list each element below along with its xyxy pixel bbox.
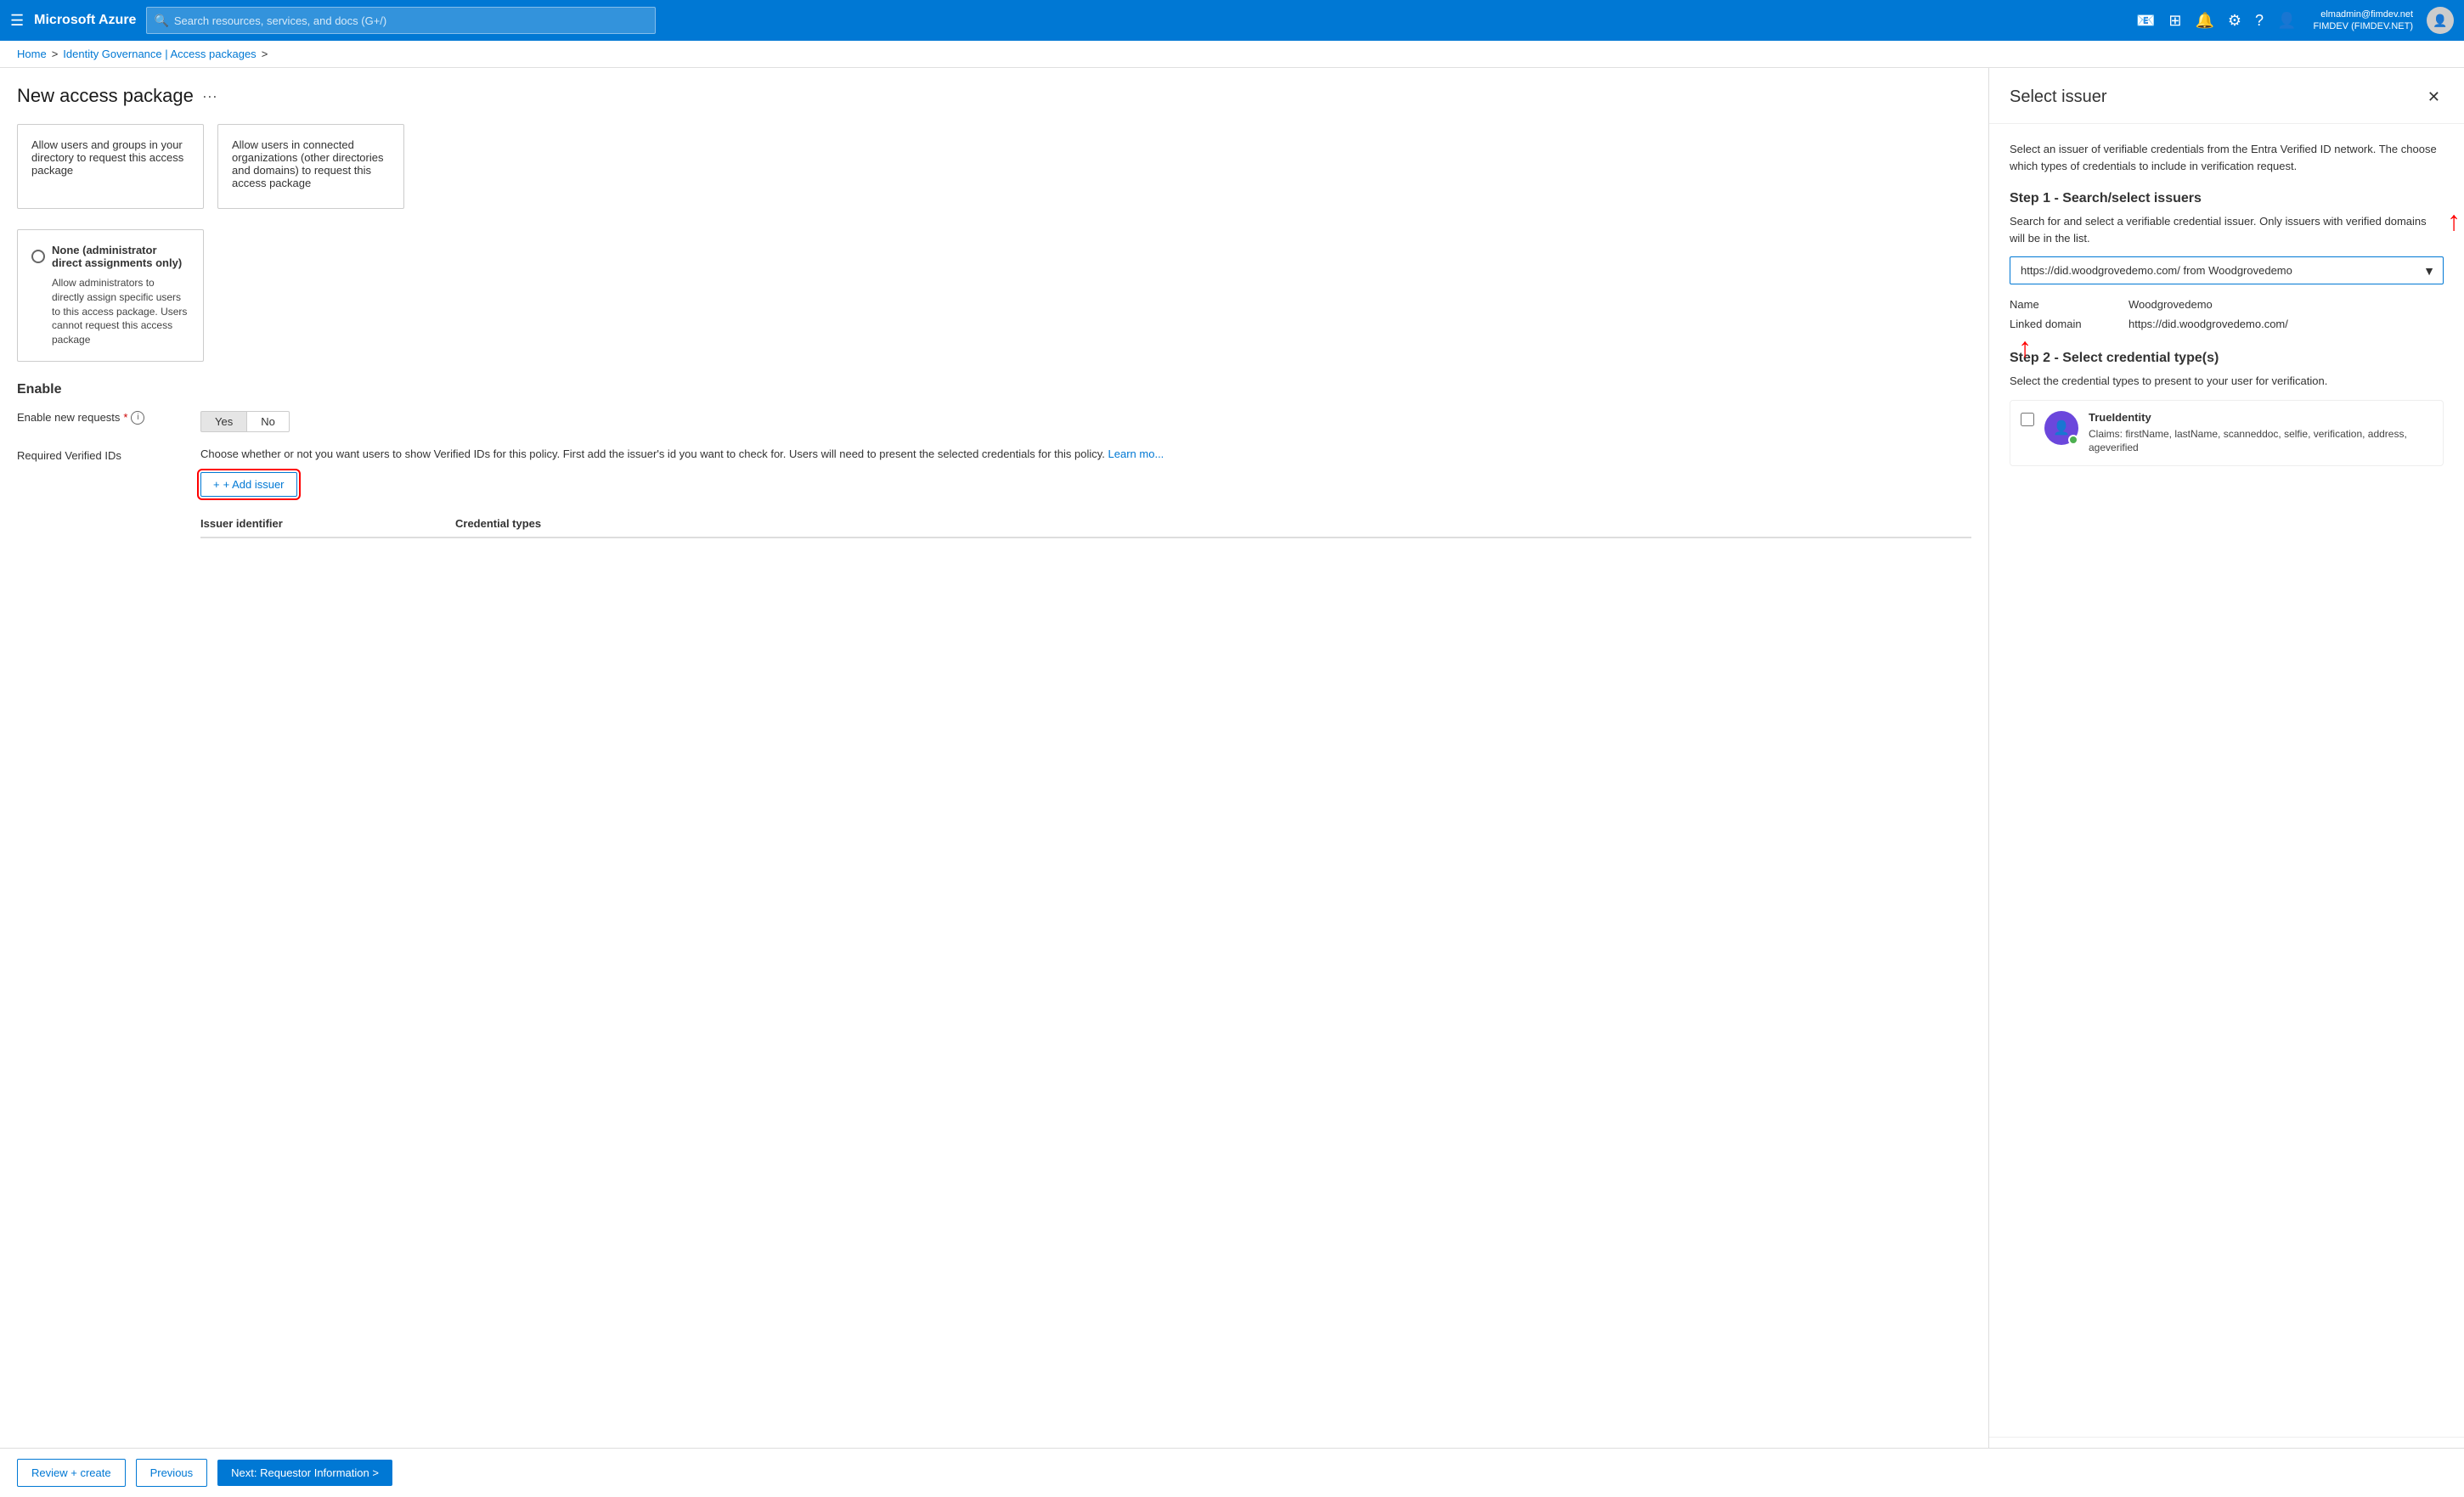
nav-icons: 📧 ⊞ 🔔 ⚙ ? 👤 elmadmin@fimdev.net FIMDEV (… xyxy=(2133,7,2454,34)
bottom-bar: Review + create Previous Next: Requestor… xyxy=(0,1448,2464,1497)
option-card-connected[interactable]: Allow users in connected organizations (… xyxy=(217,124,404,209)
previous-button[interactable]: Previous xyxy=(136,1459,208,1487)
feedback-icon[interactable]: 📧 xyxy=(2133,8,2158,33)
hamburger-icon[interactable]: ☰ xyxy=(10,12,24,30)
info-icon[interactable]: i xyxy=(131,411,144,425)
topnav: ☰ Microsoft Azure 🔍 📧 ⊞ 🔔 ⚙ ? 👤 elmadmin… xyxy=(0,0,2464,41)
issuer-info: Name Woodgrovedemo Linked domain https:/… xyxy=(2010,298,2444,330)
admin-option-card[interactable]: None (administrator direct assignments o… xyxy=(17,229,204,362)
enable-requests-row: Enable new requests * i Yes No xyxy=(17,411,1971,432)
main-layout: New access package ··· Allow users and g… xyxy=(0,68,2464,1493)
help-icon[interactable]: ? xyxy=(2252,8,2267,33)
option-card-directory-text: Allow users and groups in your directory… xyxy=(31,138,189,177)
option-card-directory[interactable]: Allow users and groups in your directory… xyxy=(17,124,204,209)
issuer-dropdown-container[interactable]: https://did.woodgrovedemo.com/ from Wood… xyxy=(2010,256,2444,284)
admin-card-title: None (administrator direct assignments o… xyxy=(52,244,189,269)
credential-icon: 👤 xyxy=(2044,411,2078,445)
yes-no-toggle: Yes No xyxy=(200,411,290,432)
breadcrumb-identity-governance[interactable]: Identity Governance | Access packages xyxy=(63,48,256,60)
verified-ids-content: Choose whether or not you want users to … xyxy=(200,446,1971,539)
search-bar[interactable]: 🔍 xyxy=(146,7,656,34)
right-panel: Select issuer ✕ Select an issuer of veri… xyxy=(1988,68,2464,1493)
name-row: Name Woodgrovedemo xyxy=(2010,298,2444,311)
user-info: elmadmin@fimdev.net FIMDEV (FIMDEV.NET) xyxy=(2313,8,2413,33)
panel-title: Select issuer xyxy=(2010,87,2107,107)
col-issuer-id: Issuer identifier xyxy=(200,517,455,530)
panel-header: Select issuer ✕ xyxy=(1989,68,2464,124)
issuer-dropdown[interactable]: https://did.woodgrovedemo.com/ from Wood… xyxy=(2010,256,2444,284)
avatar[interactable]: 👤 xyxy=(2427,7,2454,34)
plus-icon: + xyxy=(213,478,220,491)
portal-icon[interactable]: ⊞ xyxy=(2165,8,2185,33)
search-input[interactable] xyxy=(174,14,649,27)
verified-ids-row: Required Verified IDs Choose whether or … xyxy=(17,446,1971,539)
verified-ids-desc: Choose whether or not you want users to … xyxy=(200,446,1971,463)
search-icon: 🔍 xyxy=(154,14,168,28)
table-header: Issuer identifier Credential types xyxy=(200,510,1971,538)
user-panel-icon[interactable]: 👤 xyxy=(2274,8,2299,33)
required-star: * xyxy=(123,411,127,424)
col-credential-types: Credential types xyxy=(455,517,1971,530)
credential-claims: Claims: firstName, lastName, scanneddoc,… xyxy=(2089,427,2433,456)
step1-title: Step 1 - Search/select issuers xyxy=(2010,191,2444,206)
linked-domain-value: https://did.woodgrovedemo.com/ xyxy=(2129,318,2288,330)
admin-card-header: None (administrator direct assignments o… xyxy=(31,244,189,269)
credential-checkbox[interactable] xyxy=(2021,413,2034,426)
option-card-connected-text: Allow users in connected organizations (… xyxy=(232,138,390,189)
admin-radio[interactable] xyxy=(31,250,45,263)
learn-more-link[interactable]: Learn mo... xyxy=(1108,447,1164,460)
credential-item: 👤 TrueIdentity Claims: firstName, lastNa… xyxy=(2010,400,2444,467)
red-arrow-issuer: ↑ xyxy=(2447,205,2461,237)
linked-domain-row: Linked domain https://did.woodgrovedemo.… xyxy=(2010,318,2444,330)
no-button[interactable]: No xyxy=(247,411,290,432)
review-create-button[interactable]: Review + create xyxy=(17,1459,126,1487)
verified-ids-label: Required Verified IDs xyxy=(17,446,187,462)
enable-heading: Enable xyxy=(17,382,1971,397)
credential-info: TrueIdentity Claims: firstName, lastName… xyxy=(2089,411,2433,456)
linked-domain-label: Linked domain xyxy=(2010,318,2129,330)
credential-name: TrueIdentity xyxy=(2089,411,2433,424)
page-title: New access package xyxy=(17,85,194,107)
left-panel: New access package ··· Allow users and g… xyxy=(0,68,1988,1493)
name-value: Woodgrovedemo xyxy=(2129,298,2213,311)
brand-name: Microsoft Azure xyxy=(34,13,136,28)
panel-close-button[interactable]: ✕ xyxy=(2424,85,2444,110)
admin-card-desc: Allow administrators to directly assign … xyxy=(52,276,189,347)
breadcrumb-sep2: > xyxy=(262,48,268,60)
panel-body: Select an issuer of verifiable credentia… xyxy=(1989,124,2464,1437)
step2-description: Select the credential types to present t… xyxy=(2010,373,2444,390)
notifications-icon[interactable]: 🔔 xyxy=(2191,8,2217,33)
user-tenant: FIMDEV (FIMDEV.NET) xyxy=(2313,20,2413,32)
enable-section: Enable Enable new requests * i Yes No Re… xyxy=(17,382,1971,539)
option-cards: Allow users and groups in your directory… xyxy=(17,124,1971,209)
user-email: elmadmin@fimdev.net xyxy=(2320,8,2413,20)
panel-description: Select an issuer of verifiable credentia… xyxy=(2010,141,2444,174)
step2-title: Step 2 - Select credential type(s) xyxy=(2010,351,2444,366)
step1-description: Search for and select a verifiable crede… xyxy=(2010,213,2444,246)
enable-requests-label: Enable new requests * i xyxy=(17,411,187,425)
credential-item-container: 👤 TrueIdentity Claims: firstName, lastNa… xyxy=(2010,400,2444,467)
add-issuer-button[interactable]: + + Add issuer xyxy=(200,472,297,497)
credential-verified-dot xyxy=(2068,435,2078,445)
page-title-dots[interactable]: ··· xyxy=(202,87,217,105)
credential-icon-person: 👤 xyxy=(2053,419,2070,436)
breadcrumb: Home > Identity Governance | Access pack… xyxy=(0,41,2464,68)
name-label: Name xyxy=(2010,298,2129,311)
settings-icon[interactable]: ⚙ xyxy=(2224,8,2245,33)
yes-button[interactable]: Yes xyxy=(200,411,247,432)
breadcrumb-home[interactable]: Home xyxy=(17,48,47,60)
next-button[interactable]: Next: Requestor Information > xyxy=(217,1460,392,1486)
page-title-area: New access package ··· xyxy=(17,85,1971,107)
breadcrumb-sep1: > xyxy=(52,48,59,60)
